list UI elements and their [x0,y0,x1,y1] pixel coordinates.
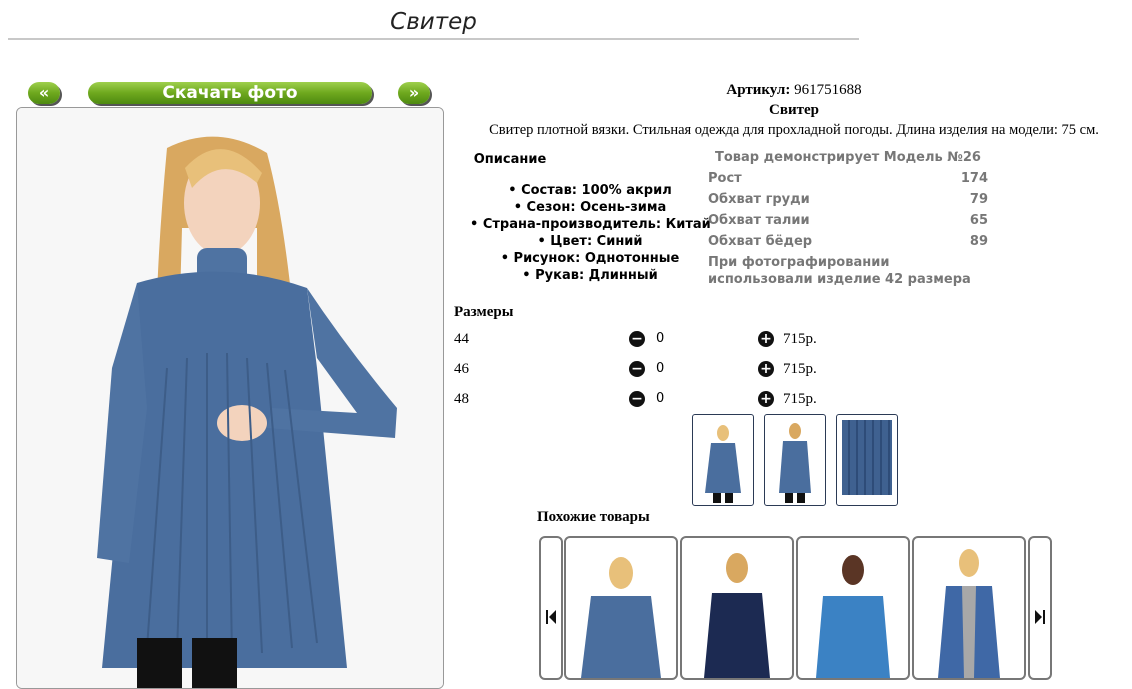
product-info: Артикул: 961751688 Свитер Свитер плотной… [454,80,1132,140]
thumbnail-back[interactable] [764,414,826,506]
model-row: Рост 174 [708,168,988,189]
model-row-label: Обхват талии [708,213,810,228]
main-product-photo[interactable] [16,107,444,689]
carousel-prev-button[interactable] [539,536,563,680]
article-line: Артикул: 961751688 [454,80,1132,100]
sizes-title: Размеры [454,304,514,320]
size-label: 48 [454,391,469,407]
prev-photo-button[interactable]: « [28,82,60,104]
sizes-section: Размеры 44 − 0 + 715р. 46 − 0 + 715р. 48… [454,300,874,414]
model-row: Обхват бёдер 89 [708,231,988,252]
attribute-item: • Цвет: Синий [537,234,643,249]
similar-product-image [581,557,661,678]
next-photo-button[interactable]: » [398,82,430,104]
model-row-label: Рост [708,171,742,186]
attribute-item: • Рукав: Длинный [522,268,658,283]
description-title: Описание [473,152,547,167]
attribute-item: • Рисунок: Однотонные [500,251,680,266]
size-row: 46 − 0 + 715р. [454,354,874,384]
description-section: Описание • Состав: 100% акрил • Сезон: О… [470,150,711,284]
plus-circle-icon[interactable]: + [758,361,774,377]
model-row-value: 89 [969,234,988,249]
quantity-value: 0 [656,361,665,376]
model-row-value: 174 [960,171,988,186]
similar-product-card[interactable] [680,536,794,680]
quantity-value: 0 [656,391,665,406]
attribute-item: • Страна-производитель: Китай [470,217,711,232]
skip-previous-icon [546,610,556,624]
size-row: 44 − 0 + 715р. [454,324,874,354]
plus-circle-icon[interactable]: + [758,331,774,347]
thumbnail-detail[interactable] [836,414,898,506]
attribute-item: • Сезон: Осень-зима [513,200,667,215]
minus-circle-icon[interactable]: − [629,391,645,407]
quantity-value: 0 [656,331,665,346]
minus-circle-icon[interactable]: − [629,331,645,347]
article-label: Артикул: [726,82,791,98]
model-row-label: Обхват груди [708,192,810,207]
size-label: 46 [454,361,469,377]
model-row-value: 79 [969,192,988,207]
attribute-item: • Состав: 100% акрил [508,183,672,198]
thumbnail-front[interactable] [692,414,754,506]
similar-product-card[interactable] [912,536,1026,680]
model-sweater-image [17,108,443,688]
skip-next-icon [1035,610,1045,624]
similar-product-card[interactable] [564,536,678,680]
product-description: Свитер плотной вязки. Стильная одежда дл… [489,122,1099,138]
thumbnail-image [705,425,741,503]
similar-product-card[interactable] [796,536,910,680]
model-row-value: 65 [969,213,988,228]
model-row: Обхват груди 79 [708,189,988,210]
model-note: При фотографировании использовали издели… [708,255,971,287]
similar-product-image [816,555,890,678]
size-price: 715р. [783,361,817,377]
size-label: 44 [454,331,469,347]
size-row: 48 − 0 + 715р. [454,384,874,414]
model-row: Обхват талии 65 [708,210,988,231]
product-name: Свитер [769,102,819,118]
download-photo-button[interactable]: Скачать фото [88,82,372,104]
size-price: 715р. [783,391,817,407]
thumbnail-image [842,420,892,495]
article-value: 961751688 [794,82,862,98]
model-row-label: Обхват бёдер [708,234,813,249]
thumbnail-image [779,423,811,503]
page-title: Свитер [8,6,859,40]
similar-product-image [704,553,770,678]
similar-product-image [938,549,1000,678]
plus-circle-icon[interactable]: + [758,391,774,407]
model-title: Товар демонстрирует Модель №26 [715,150,981,165]
similar-products-title: Похожие товары [537,509,650,525]
model-info-section: Товар демонстрирует Модель №26 Рост 174 … [708,148,988,288]
minus-circle-icon[interactable]: − [629,361,645,377]
size-price: 715р. [783,331,817,347]
carousel-next-button[interactable] [1028,536,1052,680]
